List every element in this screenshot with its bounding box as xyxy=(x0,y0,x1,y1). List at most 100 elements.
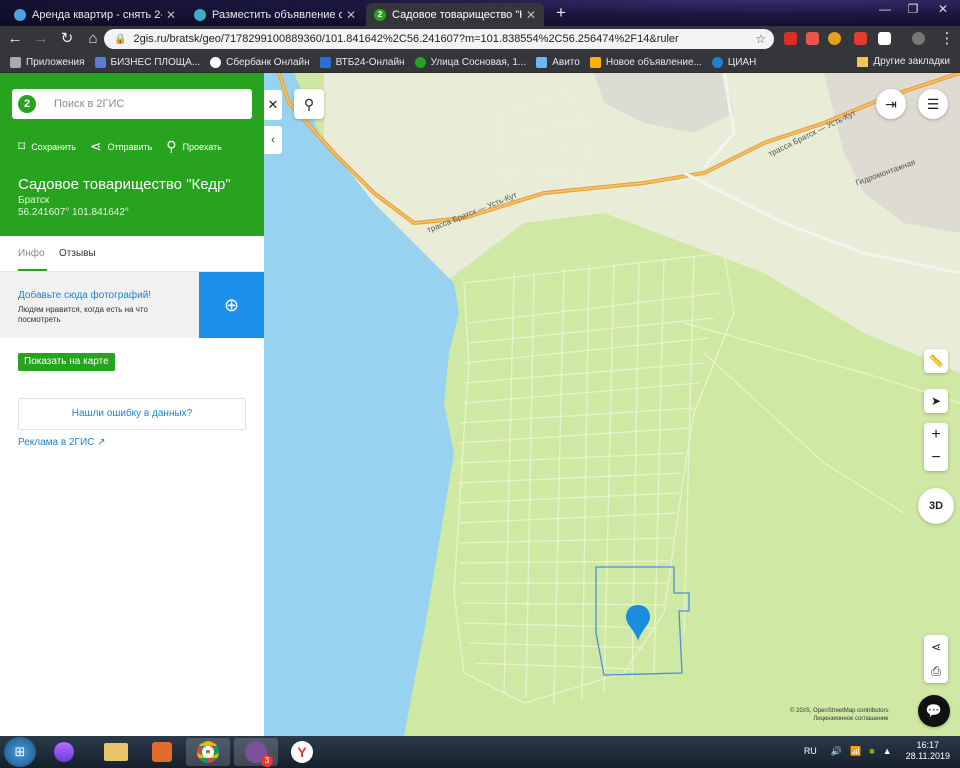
close-panel-icon[interactable]: ✕ xyxy=(264,90,282,120)
add-photo-button[interactable]: ⊕ xyxy=(199,272,264,338)
geolocation-icon[interactable]: ➤ xyxy=(924,389,948,413)
chat-icon[interactable]: 💬 xyxy=(918,695,950,727)
bookmark-favicon-icon xyxy=(414,56,426,68)
bookmark-item[interactable]: Сбербанк Онлайн xyxy=(210,56,310,68)
tab-kedr[interactable]: 2 Садовое товарищество "Кедр" ✕ xyxy=(366,3,544,26)
login-icon[interactable]: ⇥ xyxy=(876,89,906,119)
panel-header: 2 Поиск в 2ГИС ⌑ Сохранить ⋖ Отправить ⚲ Пр… xyxy=(0,73,264,236)
bookmark-item[interactable]: БИЗНЕС ПЛОЩА... xyxy=(94,56,201,68)
3d-button[interactable]: 3D xyxy=(918,488,954,524)
bookmark-label: БИЗНЕС ПЛОЩА... xyxy=(110,56,201,68)
maximize-icon[interactable]: ❐ xyxy=(898,2,928,16)
nvidia-icon[interactable]: ■ xyxy=(869,746,874,756)
media-player-icon[interactable] xyxy=(140,738,184,766)
share-icon[interactable]: ⋖ xyxy=(924,635,948,659)
ruler-icon[interactable]: 📏 xyxy=(924,349,948,373)
menu-dots-icon[interactable]: ⋮ xyxy=(936,28,958,50)
reload-icon[interactable]: ↻ xyxy=(56,28,78,50)
tab-info[interactable]: Инфо xyxy=(18,248,45,259)
send-button[interactable]: ⋖ Отправить xyxy=(90,138,152,155)
search-placeholder: Поиск в 2ГИС xyxy=(54,98,125,110)
new-tab-button[interactable]: + xyxy=(552,4,570,23)
extension-icon[interactable] xyxy=(806,32,819,45)
zoom-in-button[interactable]: + xyxy=(924,423,948,447)
panel-tabs: Инфо Отзывы xyxy=(0,236,264,272)
zoom-control: + − xyxy=(924,423,948,471)
language-indicator[interactable]: RU xyxy=(804,746,817,756)
show-on-map-button[interactable]: Показать на карте xyxy=(18,353,115,371)
viber-icon[interactable]: 3 xyxy=(234,738,278,767)
map-canvas[interactable]: трасса Братск — Усть-Кут трасса Братск —… xyxy=(264,73,960,736)
actions-row: ⌑ Сохранить ⋖ Отправить ⚲ Проехать xyxy=(18,138,236,155)
chrome-icon[interactable] xyxy=(186,738,230,766)
bookmark-favicon-icon xyxy=(210,56,222,68)
profile-avatar[interactable] xyxy=(912,32,925,45)
active-tab-indicator xyxy=(18,269,47,271)
page-content: трасса Братск — Усть-Кут трасса Братск —… xyxy=(0,73,960,736)
tray-expand-icon[interactable]: ▲ xyxy=(883,746,892,756)
side-panel: 2 Поиск в 2ГИС ⌑ Сохранить ⋖ Отправить ⚲ Пр… xyxy=(0,73,264,736)
bookmark-item[interactable]: Приложения xyxy=(10,56,85,68)
bookmark-icon: ⌑ xyxy=(18,138,26,154)
map-pin-favicon-icon xyxy=(194,8,206,21)
alice-icon[interactable] xyxy=(42,738,86,766)
print-icon[interactable]: ⎙ xyxy=(924,659,948,683)
bookmark-favicon-icon xyxy=(536,56,548,68)
apps-icon xyxy=(10,56,21,68)
route-icon[interactable]: ⚲ xyxy=(294,89,324,119)
bookmark-item[interactable]: Авито xyxy=(536,56,580,68)
route-button[interactable]: ⚲ Проехать xyxy=(166,138,222,155)
tab-reviews[interactable]: Отзывы xyxy=(59,248,96,259)
back-icon[interactable]: ← xyxy=(4,28,26,50)
bookmark-favicon-icon xyxy=(711,56,723,68)
clock[interactable]: 16:17 28.11.2019 xyxy=(906,740,950,762)
forward-icon[interactable]: → xyxy=(30,28,52,50)
bookmark-item[interactable]: ЦИАН xyxy=(711,56,756,68)
extension-icon[interactable] xyxy=(784,32,797,45)
close-tab-icon[interactable]: ✕ xyxy=(346,8,356,22)
notification-badge: 3 xyxy=(261,755,273,767)
date-text: 28.11.2019 xyxy=(905,751,950,761)
collapse-panel-icon[interactable]: ‹ xyxy=(264,126,282,154)
extension-icon[interactable] xyxy=(828,32,841,45)
place-city: Братск xyxy=(18,195,50,206)
home-icon[interactable]: ⌂ xyxy=(82,28,104,50)
advertising-link[interactable]: Реклама в 2ГИС ↗ xyxy=(18,437,106,448)
minimize-icon[interactable]: — xyxy=(870,2,900,16)
share-print-control: ⋖ ⎙ xyxy=(924,635,948,683)
tab-title: Разместить объявление о прод xyxy=(212,8,342,21)
bookmark-item[interactable]: ВТБ24-Онлайн xyxy=(319,56,405,68)
license-link[interactable]: Лицензионное соглашение xyxy=(790,715,888,723)
save-button[interactable]: ⌑ Сохранить xyxy=(18,138,76,155)
add-photo-link[interactable]: Добавьте сюда фотографий! xyxy=(18,290,151,301)
tab-rent-apartments[interactable]: Аренда квартир - снять 2-комн ✕ xyxy=(6,3,184,26)
bookmark-label: Приложения xyxy=(26,56,85,68)
other-bookmarks[interactable]: Другие закладки xyxy=(857,56,950,67)
bookmark-favicon-icon xyxy=(589,56,601,68)
volume-icon[interactable]: 🔊 xyxy=(831,746,842,757)
bookmark-star-icon[interactable]: ☆ xyxy=(755,32,766,46)
close-tab-icon[interactable]: ✕ xyxy=(526,8,536,22)
menu-icon[interactable]: ☰ xyxy=(918,89,948,119)
map-attribution: © 2GIS, OpenStreetMap contributors Лицен… xyxy=(790,707,888,723)
address-bar[interactable]: 🔒 2gis.ru/bratsk/geo/7178299100889360/10… xyxy=(104,29,774,49)
report-error-button[interactable]: Нашли ошибку в данных? xyxy=(18,398,246,430)
tab-title: Садовое товарищество "Кедр" xyxy=(392,8,522,21)
search-input[interactable]: 2 Поиск в 2ГИС xyxy=(12,89,252,119)
save-label: Сохранить xyxy=(31,141,76,152)
extension-icon[interactable] xyxy=(878,32,891,45)
bookmark-label: Авито xyxy=(552,56,580,68)
yandex-browser-icon[interactable]: Y xyxy=(280,738,324,766)
close-tab-icon[interactable]: ✕ xyxy=(166,8,176,22)
bookmark-item[interactable]: Улица Сосновая, 1... xyxy=(414,56,526,68)
bookmark-favicon-icon xyxy=(94,56,106,68)
extension-icon[interactable] xyxy=(854,32,867,45)
zoom-out-button[interactable]: − xyxy=(924,447,948,471)
close-window-icon[interactable]: ✕ xyxy=(928,2,958,16)
start-button[interactable]: ⊞ xyxy=(4,737,36,767)
route-label: Проехать xyxy=(182,141,222,152)
network-icon[interactable]: 📶 xyxy=(850,746,861,757)
bookmark-item[interactable]: Новое объявление... xyxy=(589,56,702,68)
tab-post-ad[interactable]: Разместить объявление о прод ✕ xyxy=(186,3,364,26)
file-explorer-icon[interactable] xyxy=(94,738,138,766)
